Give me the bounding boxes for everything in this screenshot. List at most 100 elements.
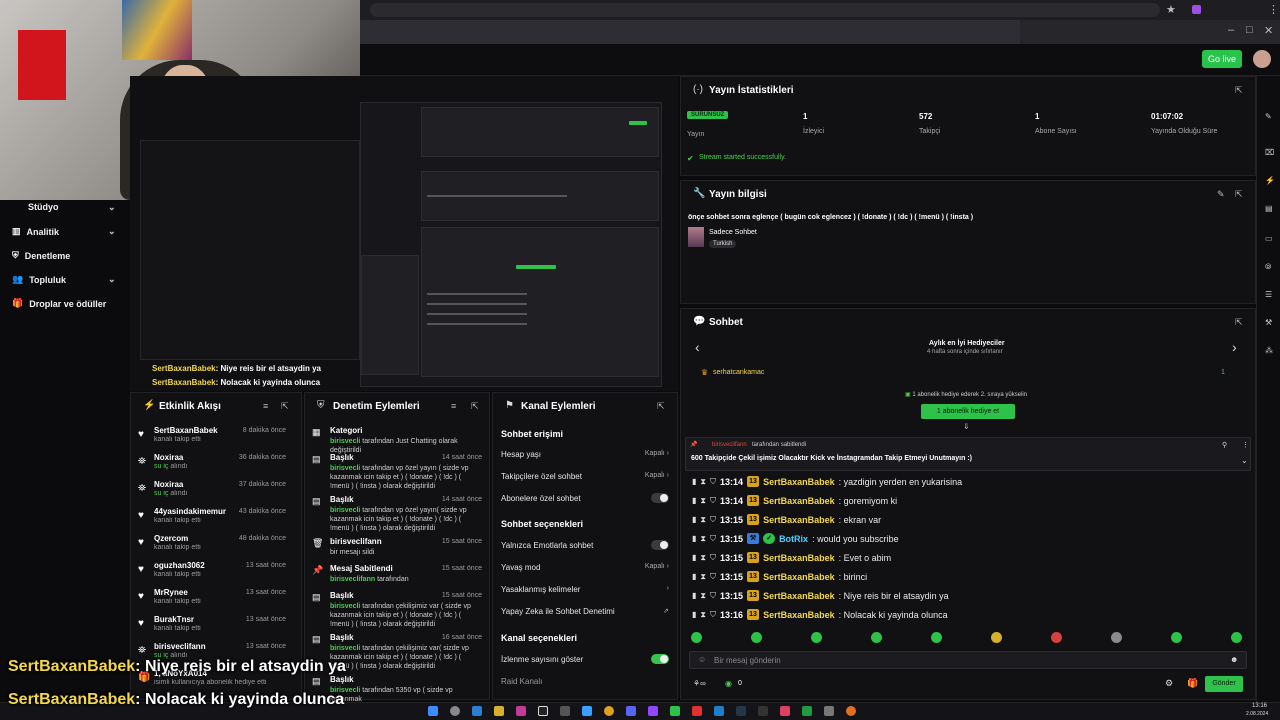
emote-icon[interactable] bbox=[1051, 632, 1062, 643]
emote-icon[interactable] bbox=[751, 632, 762, 643]
emote-icon[interactable] bbox=[691, 632, 702, 643]
timeout-icon[interactable]: ⧗ bbox=[700, 553, 706, 563]
maximize-icon[interactable]: □ bbox=[1246, 24, 1253, 36]
chat-username[interactable]: SertBaxanBabek bbox=[763, 553, 835, 563]
mod-user[interactable]: birisvecli bbox=[330, 603, 360, 610]
app-icon[interactable] bbox=[692, 706, 702, 716]
chat-icon[interactable]: ▭ bbox=[1265, 234, 1273, 243]
app-icon[interactable] bbox=[780, 706, 790, 716]
popout-icon[interactable]: ⇱ bbox=[1235, 189, 1243, 200]
slow-mode-setting[interactable]: Yavaş mod Kapalı › bbox=[501, 563, 669, 572]
emote-icon[interactable] bbox=[931, 632, 942, 643]
viewer-count-toggle[interactable] bbox=[651, 654, 669, 664]
popout-icon[interactable]: ⇱ bbox=[657, 401, 665, 412]
ban-icon[interactable]: ⛉ bbox=[710, 515, 716, 525]
emoji-icon[interactable]: ☻ bbox=[1230, 655, 1238, 664]
chat-input[interactable]: ☺ Bir mesaj gönderin ☻ bbox=[689, 651, 1247, 669]
ban-icon[interactable]: ⛉ bbox=[710, 477, 716, 487]
chat-username[interactable]: SertBaxanBabek bbox=[763, 591, 835, 601]
chevron-right-icon[interactable]: › bbox=[1232, 339, 1237, 355]
emote-icon[interactable] bbox=[1231, 632, 1242, 643]
timeout-icon[interactable]: ⧗ bbox=[700, 515, 706, 525]
folder-icon[interactable] bbox=[494, 706, 504, 716]
delete-icon[interactable]: ▮ bbox=[692, 553, 696, 562]
feed-user[interactable]: Qzercom bbox=[154, 534, 188, 543]
popout-icon[interactable]: ⇱ bbox=[471, 401, 479, 412]
timeout-icon[interactable]: ⧗ bbox=[700, 496, 706, 506]
chat-username[interactable]: BotRix bbox=[779, 534, 808, 544]
popout-icon[interactable]: ⇱ bbox=[281, 401, 289, 412]
filter-icon[interactable]: ≡ bbox=[263, 401, 268, 411]
chat-username[interactable]: SertBaxanBabek bbox=[763, 496, 835, 506]
windows-start-icon[interactable] bbox=[428, 706, 438, 716]
wrench-icon[interactable]: ⚒ bbox=[1265, 318, 1272, 327]
extension-icon[interactable] bbox=[1192, 5, 1201, 14]
ban-icon[interactable]: ⛉ bbox=[710, 610, 716, 620]
chat-username[interactable]: SertBaxanBabek bbox=[763, 610, 835, 620]
sidebar-item-drops[interactable]: 🎁 Droplar ve ödüller bbox=[12, 298, 106, 309]
sidebar-item-studio[interactable]: Stüdyo ⌄ bbox=[12, 202, 116, 213]
gift-sub-button[interactable]: 1 abonelik hediye et bbox=[921, 404, 1015, 419]
send-button[interactable]: Gönder bbox=[1205, 676, 1243, 692]
minimize-icon[interactable]: – bbox=[1228, 24, 1234, 36]
clipboard-icon[interactable]: ▤ bbox=[1265, 204, 1273, 213]
mod-user[interactable]: birisvecli bbox=[330, 507, 360, 514]
sidebar-item-moderation[interactable]: ⛨ Denetleme bbox=[12, 250, 70, 261]
chat-username[interactable]: SertBaxanBabek bbox=[763, 572, 835, 582]
edit-icon[interactable]: ✎ bbox=[1217, 189, 1225, 200]
timeout-icon[interactable]: ⧗ bbox=[700, 591, 706, 601]
banned-words-setting[interactable]: Yasaklanmış kelimeler › bbox=[501, 585, 669, 594]
address-field[interactable] bbox=[370, 3, 1160, 17]
emote-icon[interactable] bbox=[991, 632, 1002, 643]
star-icon[interactable]: ★ bbox=[1166, 3, 1176, 16]
ban-icon[interactable]: ⛉ bbox=[710, 496, 716, 506]
emote-icon[interactable] bbox=[811, 632, 822, 643]
mail-icon[interactable] bbox=[560, 706, 570, 716]
filter-icon[interactable]: ≡ bbox=[451, 401, 456, 411]
emote-picker-icon[interactable]: ☺ bbox=[698, 655, 706, 664]
emote-icon[interactable] bbox=[871, 632, 882, 643]
chat-username[interactable]: SertBaxanBabek bbox=[763, 477, 835, 487]
edge-icon[interactable] bbox=[472, 706, 482, 716]
subs-only-toggle[interactable] bbox=[651, 493, 669, 503]
delete-icon[interactable]: ▮ bbox=[692, 572, 696, 581]
delete-icon[interactable]: ▮ bbox=[692, 591, 696, 600]
close-icon[interactable]: ✕ bbox=[1264, 24, 1273, 37]
emote-icon[interactable] bbox=[1171, 632, 1182, 643]
feed-user[interactable]: birisveclifann bbox=[154, 642, 206, 651]
ban-icon[interactable]: ⛉ bbox=[710, 572, 716, 582]
app-icon[interactable] bbox=[846, 706, 856, 716]
mod-user[interactable]: birisveclifann bbox=[330, 576, 375, 583]
excel-icon[interactable] bbox=[802, 706, 812, 716]
timeout-icon[interactable]: ⧗ bbox=[700, 610, 706, 620]
popout-icon[interactable]: ⇱ bbox=[1235, 317, 1243, 328]
mod-user[interactable]: birisvecli bbox=[330, 465, 360, 472]
chevron-left-icon[interactable]: ‹ bbox=[695, 339, 700, 355]
menu-icon[interactable]: ⋮ bbox=[1268, 3, 1279, 16]
feed-user[interactable]: Noxiraa bbox=[154, 453, 183, 462]
delete-icon[interactable]: ▮ bbox=[692, 496, 696, 505]
mod-user[interactable]: birisvecli bbox=[330, 438, 360, 445]
scroll-icon[interactable]: ⇓ bbox=[963, 422, 970, 431]
discord-icon[interactable] bbox=[626, 706, 636, 716]
timeout-icon[interactable]: ⧗ bbox=[700, 477, 706, 487]
network-icon[interactable]: ⁂ bbox=[1265, 346, 1273, 355]
feed-user[interactable]: MrRynee bbox=[154, 588, 188, 597]
mod-user[interactable]: birisvecli bbox=[330, 645, 360, 652]
emote-only-toggle[interactable] bbox=[651, 540, 669, 550]
ban-icon[interactable]: ⛉ bbox=[710, 553, 716, 563]
search-icon[interactable] bbox=[450, 706, 460, 716]
ban-icon[interactable]: ⛉ bbox=[710, 534, 716, 544]
account-age-setting[interactable]: Hesap yaşı Kapalı › bbox=[501, 450, 669, 459]
feed-user[interactable]: BurakTnsr bbox=[154, 615, 194, 624]
unpin-icon[interactable]: ⚲ bbox=[1222, 441, 1227, 449]
active-tab[interactable] bbox=[360, 20, 1020, 44]
telegram-icon[interactable] bbox=[582, 706, 592, 716]
app-icon[interactable] bbox=[824, 706, 834, 716]
chevron-down-icon[interactable]: ⌄ bbox=[1241, 456, 1248, 465]
stack-icon[interactable]: ☰ bbox=[1265, 290, 1272, 299]
top-gifter-name[interactable]: serhatcankamac bbox=[713, 369, 764, 376]
kick-icon[interactable] bbox=[670, 706, 680, 716]
app-icon[interactable] bbox=[714, 706, 724, 716]
delete-icon[interactable]: ▮ bbox=[692, 534, 696, 543]
